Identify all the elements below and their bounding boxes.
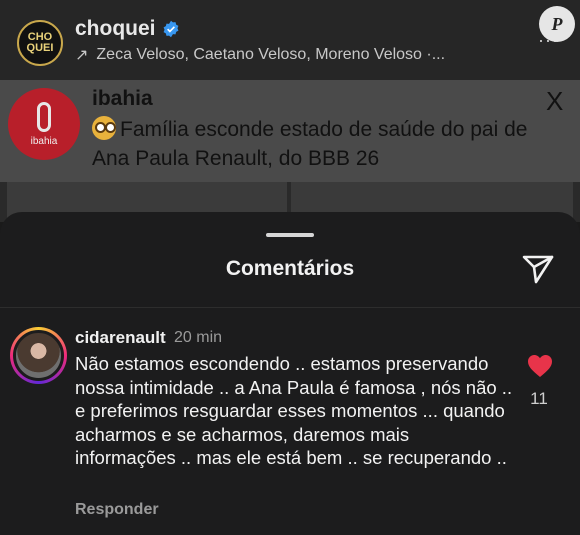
watermark-logo-icon: P: [539, 6, 575, 42]
audio-arrow-icon: ↗: [75, 47, 89, 64]
ibahia-logo-text: ibahia: [30, 135, 58, 147]
comment-text: Não estamos escondendo .. estamos preser…: [75, 353, 513, 468]
comment-avatar[interactable]: [10, 327, 67, 384]
choquei-avatar[interactable]: CHO QUEI: [17, 20, 63, 66]
comment-avatar-photo: [13, 330, 64, 381]
sheet-drag-handle[interactable]: [266, 233, 314, 237]
verified-icon: [163, 20, 178, 38]
heart-icon[interactable]: [527, 354, 553, 378]
comment-timestamp: 20 min: [174, 329, 223, 346]
comments-sheet: Comentários cidarenault 20 min Não estam…: [0, 212, 580, 535]
sheet-divider: [0, 307, 580, 308]
comment-username[interactable]: cidarenault: [75, 328, 166, 348]
audio-attribution[interactable]: ↗ Zeca Veloso, Caetano Veloso, Moreno Ve…: [75, 45, 445, 65]
x-logo-icon: X: [546, 86, 564, 116]
ibahia-logo-mark: [37, 101, 51, 132]
post-username-label: choquei: [75, 17, 156, 40]
card-source-name: ibahia: [92, 87, 153, 110]
like-count: 11: [530, 389, 548, 408]
ibahia-avatar: ibahia: [8, 88, 80, 160]
share-icon[interactable]: [520, 250, 556, 286]
choquei-avatar-text: CHO QUEI: [26, 31, 54, 54]
sheet-title: Comentários: [225, 257, 355, 280]
reply-button[interactable]: Responder: [75, 501, 159, 519]
flushed-face-emoji-icon: [92, 116, 116, 140]
card-headline: Família esconde estado de saúde do pai d…: [92, 115, 562, 173]
audio-text: Zeca Veloso, Caetano Veloso, Moreno Velo…: [96, 46, 446, 63]
post-header: CHO QUEI choquei ↗ Zeca Veloso, Caetano …: [0, 0, 580, 80]
card-headline-text: Família esconde estado de saúde do pai d…: [92, 118, 528, 170]
post-username[interactable]: choquei: [75, 17, 180, 41]
